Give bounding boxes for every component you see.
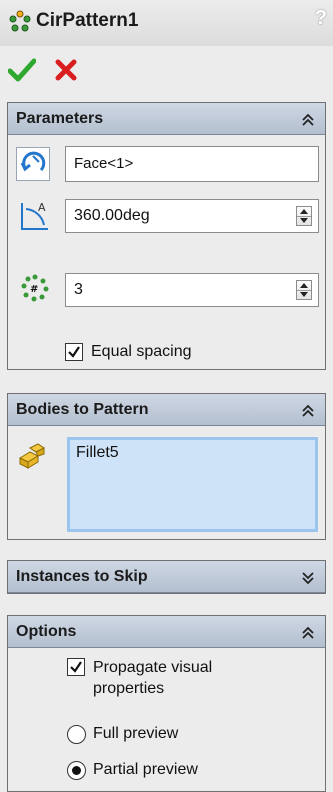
property-manager-titlebar: CirPattern1 ?	[0, 0, 333, 46]
circular-pattern-icon	[9, 10, 31, 32]
ok-checkmark-icon[interactable]	[8, 58, 36, 82]
angle-icon: A	[21, 201, 48, 230]
propagate-visual-properties-checkbox[interactable]	[67, 658, 85, 676]
collapse-chevron-icon[interactable]	[301, 626, 315, 640]
bodies-selection-list[interactable]: Fillet5	[67, 437, 318, 532]
list-item[interactable]: Fillet5	[76, 444, 309, 462]
angle-spin-arrows[interactable]	[296, 206, 312, 226]
angle-spinbox[interactable]: 360.00deg	[65, 199, 319, 233]
parameters-title: Parameters	[16, 110, 104, 127]
propagate-label-line1: Propagate visual	[93, 659, 213, 676]
full-preview-label: Full preview	[93, 725, 179, 742]
options-group: Options Propagate visual properties Full…	[7, 615, 326, 792]
partial-preview-radio[interactable]	[67, 761, 86, 780]
options-header[interactable]: Options	[8, 616, 325, 648]
instances-spin-arrows[interactable]	[296, 280, 312, 300]
instances-to-skip-title: Instances to Skip	[16, 568, 148, 585]
expand-chevron-icon[interactable]	[301, 571, 315, 585]
axis-selector-button[interactable]	[16, 147, 50, 181]
instances-to-skip-group: Instances to Skip	[7, 560, 326, 594]
svg-text:#: #	[30, 284, 38, 295]
options-title: Options	[16, 623, 77, 640]
full-preview-radio[interactable]	[67, 725, 86, 744]
bodies-to-pattern-header[interactable]: Bodies to Pattern	[8, 394, 325, 426]
checkmark-icon	[68, 346, 80, 358]
collapse-chevron-icon[interactable]	[301, 113, 315, 127]
number-of-instances-icon: #	[21, 274, 49, 302]
bodies-to-pattern-group: Bodies to Pattern Fillet5	[7, 393, 326, 540]
instances-spinbox[interactable]: 3	[65, 273, 319, 307]
feature-title: CirPattern1	[36, 10, 139, 31]
axis-reference-field[interactable]: Face<1>	[65, 146, 319, 182]
bodies-to-pattern-title: Bodies to Pattern	[16, 401, 149, 418]
parameters-header[interactable]: Parameters	[8, 103, 325, 135]
checkmark-icon	[70, 661, 82, 673]
parameters-group: Parameters Face<1> A 360.00deg # 3 Equal…	[7, 102, 326, 370]
svg-text:A: A	[38, 201, 46, 214]
instances-to-skip-header[interactable]: Instances to Skip	[8, 561, 325, 593]
instances-value: 3	[74, 281, 83, 298]
propagate-visual-properties-label: Propagate visual properties	[93, 657, 212, 699]
help-icon[interactable]: ?	[315, 7, 327, 30]
angle-value: 360.00deg	[74, 207, 150, 224]
cancel-x-icon[interactable]	[54, 58, 78, 82]
propagate-label-line2: properties	[93, 680, 165, 697]
collapse-chevron-icon[interactable]	[301, 404, 315, 418]
equal-spacing-checkbox[interactable]	[65, 343, 83, 361]
partial-preview-label: Partial preview	[93, 761, 198, 778]
rotation-axis-icon	[20, 151, 46, 172]
radio-selected-dot	[72, 766, 81, 775]
solid-bodies-icon	[18, 443, 45, 469]
equal-spacing-label: Equal spacing	[91, 343, 192, 360]
